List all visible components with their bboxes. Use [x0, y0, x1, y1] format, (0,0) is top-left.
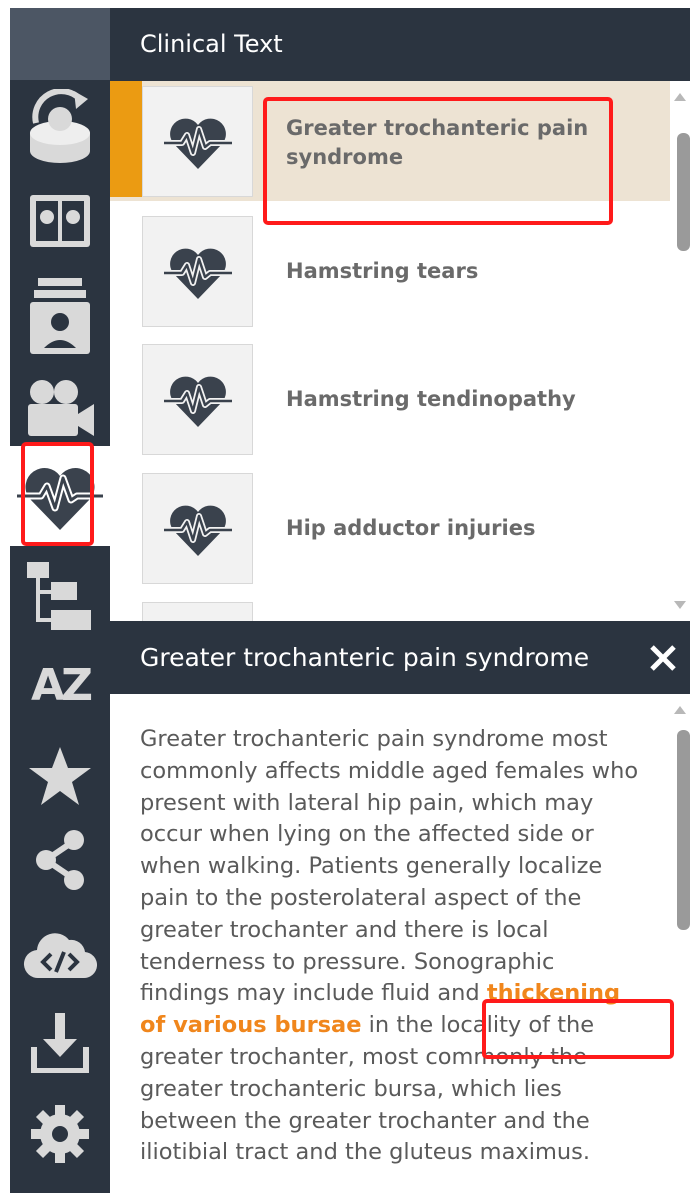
sidebar-item-embed[interactable] [10, 908, 110, 998]
sidebar-item-video[interactable] [10, 360, 110, 456]
list-item-label: Greater trochanteric pain syndrome [286, 116, 589, 169]
close-icon[interactable] [647, 642, 679, 674]
list-scrollbar[interactable] [670, 81, 690, 611]
list-item[interactable]: Hip adductor injuries [110, 468, 670, 588]
scroll-down-icon[interactable] [674, 601, 686, 609]
scrollbar-thumb[interactable] [677, 730, 690, 930]
list-item[interactable]: Greater trochanteric pain syndrome [110, 81, 670, 201]
scroll-up-icon[interactable] [674, 706, 686, 714]
patient-cards-icon [30, 278, 90, 354]
top-strip [0, 0, 690, 8]
share-icon [36, 830, 84, 890]
rotate-view-icon [30, 89, 90, 163]
sidebar-item-settings[interactable] [10, 1084, 110, 1184]
heart-pulse-icon [163, 248, 232, 299]
detail-scrollbar[interactable] [670, 694, 690, 1193]
download-icon [31, 1013, 89, 1073]
hierarchy-icon [27, 562, 91, 630]
list-item[interactable]: Hamstring tendinopathy [110, 339, 670, 459]
detail-text-before: Greater trochanteric pain syndrome most … [140, 726, 639, 1007]
az-label: AZ [31, 660, 93, 711]
a-z-index-icon: AZ [31, 664, 93, 708]
panel-title: Clinical Text [140, 30, 283, 58]
heart-pulse-icon [163, 118, 232, 169]
list-item-partial[interactable] [110, 597, 670, 621]
sidebar-item-patient-cards[interactable] [10, 268, 110, 364]
heart-pulse-icon [163, 505, 232, 556]
sidebar-item-clinical-text[interactable] [10, 446, 110, 546]
heart-pulse-icon [163, 376, 232, 427]
sidebar: AZ [10, 8, 110, 1193]
settings-icon [31, 1105, 89, 1163]
sidebar-item-rotate-view[interactable] [10, 83, 110, 175]
list-item-label: Hip adductor injuries [286, 516, 536, 540]
sidebar-item-share[interactable] [10, 816, 110, 904]
sidebar-item-a-z-index[interactable]: AZ [10, 640, 110, 732]
sidebar-item-favorites[interactable] [10, 730, 110, 822]
scroll-up-icon[interactable] [674, 93, 686, 101]
list-item[interactable]: Hamstring tears [110, 211, 670, 331]
list-item-label: Hamstring tendinopathy [286, 387, 576, 411]
heart-pulse-icon [17, 467, 103, 530]
detail-header: Greater trochanteric pain syndrome [110, 621, 690, 694]
star-icon [29, 747, 91, 805]
clinical-text-list: Greater trochanteric pain syndrome Hamst… [110, 81, 690, 621]
list-item-thumbnail [142, 344, 253, 455]
list-item-thumbnail [142, 602, 253, 621]
list-item-thumbnail [142, 86, 253, 197]
list-item-thumbnail [142, 216, 253, 327]
detail-title: Greater trochanteric pain syndrome [140, 643, 590, 672]
detail-text: Greater trochanteric pain syndrome most … [140, 724, 645, 1169]
sidebar-item-download[interactable] [10, 998, 110, 1088]
sidebar-item-compare-view[interactable] [10, 176, 110, 266]
video-icon [28, 380, 94, 436]
selected-marker [110, 81, 142, 197]
sidebar-top-tile [10, 8, 110, 80]
detail-body: Greater trochanteric pain syndrome most … [110, 694, 690, 1193]
cloud-embed-icon [23, 933, 97, 979]
compare-view-icon [30, 195, 90, 247]
sidebar-item-hierarchy[interactable] [10, 556, 110, 638]
clinical-text-header: Clinical Text [110, 8, 690, 81]
list-item-thumbnail [142, 473, 253, 584]
scrollbar-thumb[interactable] [677, 133, 690, 251]
list-item-label: Hamstring tears [286, 259, 479, 283]
